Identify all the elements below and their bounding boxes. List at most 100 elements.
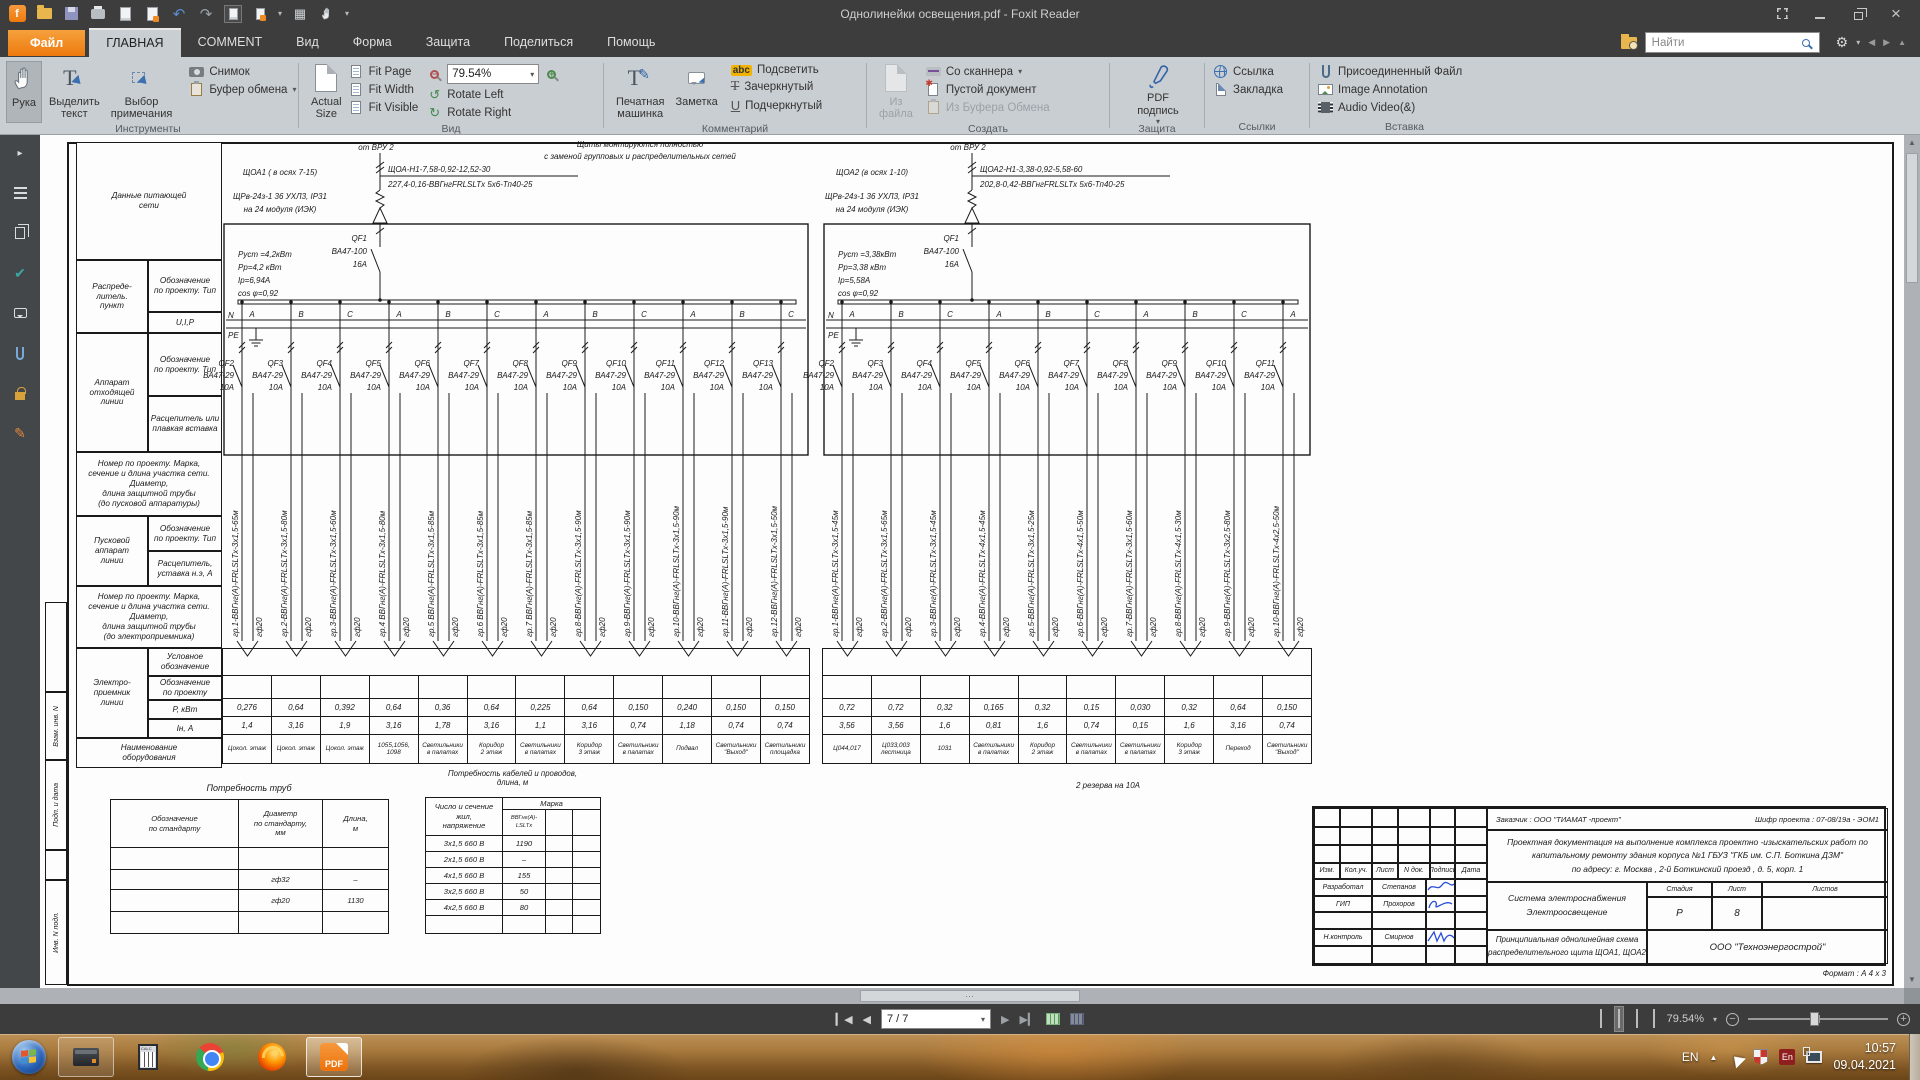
fit-page-button[interactable]: Fit Page <box>349 64 419 79</box>
page-display-button[interactable] <box>224 5 242 23</box>
typewriter-button[interactable]: T✎ Печатная машинка <box>612 61 668 123</box>
zoom-caret-icon[interactable]: ▾ <box>1713 1015 1717 1024</box>
convert-button[interactable] <box>251 5 269 23</box>
display-icon[interactable] <box>1806 1051 1822 1063</box>
restore-button[interactable] <box>1850 6 1866 22</box>
taskbar-firefox-button[interactable] <box>244 1037 300 1077</box>
toolbar-caret-icon[interactable]: ▾ <box>345 9 349 18</box>
redo-button[interactable]: ↷ <box>197 5 215 23</box>
horizontal-scroll-thumb[interactable]: ⋯ <box>860 990 1080 1002</box>
comments-panel-icon[interactable] <box>10 303 30 323</box>
note-button[interactable]: Заметка <box>671 61 721 123</box>
language-indicator[interactable]: EN <box>1682 1050 1699 1064</box>
blank-document-button[interactable]: Пустой документ <box>926 82 1050 97</box>
search-folder-icon[interactable] <box>1621 37 1637 49</box>
previous-page-button[interactable]: ◀ <box>863 1013 871 1026</box>
fit-width-button[interactable]: Fit Width <box>349 82 419 97</box>
security-panel-icon[interactable] <box>10 383 30 403</box>
bookmarks-panel-icon[interactable] <box>10 183 30 203</box>
attachments-panel-icon[interactable] <box>10 343 30 363</box>
facing-view-button[interactable] <box>1633 1007 1641 1031</box>
tray-language-icon[interactable]: En <box>1779 1049 1795 1065</box>
rotate-left-button[interactable]: ↺Rotate Left <box>427 87 559 102</box>
zoom-out-icon[interactable]: − <box>427 67 442 82</box>
undo-button[interactable]: ↶ <box>170 5 188 23</box>
tab-home[interactable]: ГЛАВНАЯ <box>89 28 180 57</box>
snapshot-button[interactable]: Снимок <box>189 64 296 79</box>
hand-tool-quick-button[interactable] <box>318 5 336 23</box>
rotate-right-button[interactable]: ↻Rotate Right <box>427 105 559 120</box>
search-input[interactable] <box>1645 32 1820 53</box>
hand-tool-button[interactable]: Рука <box>6 61 42 123</box>
signature-panel-icon[interactable]: ✔ <box>10 263 30 283</box>
pdf-sign-button[interactable]: PDF подпись▾ <box>1133 61 1183 123</box>
from-scanner-button[interactable]: Со сканнера▾ <box>926 64 1050 79</box>
tray-arrow-icon[interactable] <box>1724 1046 1746 1068</box>
pages-panel-icon[interactable] <box>10 223 30 243</box>
tab-protect[interactable]: Защита <box>409 28 487 57</box>
taskbar-chrome-button[interactable] <box>182 1037 238 1077</box>
find-previous-button[interactable]: ◀ <box>1868 37 1875 48</box>
tools-panel-icon[interactable]: ✎ <box>10 423 30 443</box>
save-button[interactable] <box>62 5 80 23</box>
to-table-icon[interactable] <box>1070 1013 1084 1025</box>
minimize-button[interactable] <box>1812 6 1828 22</box>
zoom-out-button[interactable]: − <box>1726 1013 1739 1026</box>
scroll-up-icon[interactable]: ▲ <box>1908 135 1916 151</box>
vertical-scroll-thumb[interactable] <box>1906 153 1918 283</box>
print-button[interactable] <box>89 5 107 23</box>
zoom-in-button[interactable]: + <box>1897 1013 1910 1026</box>
vertical-scrollbar[interactable]: ▲ ▼ <box>1904 135 1920 988</box>
open-file-button[interactable] <box>35 5 53 23</box>
collapse-ribbon-button[interactable]: ▲ <box>1898 38 1906 47</box>
bookmark-button[interactable]: Закладка <box>1213 82 1283 97</box>
tab-file[interactable]: Файл <box>8 30 85 56</box>
from-table-icon[interactable] <box>1046 1013 1060 1025</box>
strikeout-button[interactable]: TЗачеркнутый <box>731 79 822 95</box>
zoom-slider-handle[interactable] <box>1810 1012 1819 1026</box>
tab-comment[interactable]: COMMENT <box>181 28 280 57</box>
clock[interactable]: 10:57 09.04.2021 <box>1833 1040 1896 1074</box>
show-desktop-button[interactable] <box>1909 1034 1920 1080</box>
last-page-button[interactable]: ▶▎ <box>1019 1013 1036 1026</box>
create-document-button[interactable] <box>143 5 161 23</box>
from-file-button[interactable]: Из файла <box>875 61 917 123</box>
find-next-button[interactable]: ▶ <box>1883 37 1890 48</box>
tab-share[interactable]: Поделиться <box>487 28 590 57</box>
panel-toggle-icon[interactable]: ▸ <box>10 143 30 163</box>
clipboard-button[interactable]: Буфер обмена▾ <box>189 82 296 97</box>
link-button[interactable]: Ссылка <box>1213 64 1283 79</box>
zoom-in-icon[interactable]: + <box>544 67 559 82</box>
hidden-icons-button[interactable]: ▲ <box>1710 1053 1718 1062</box>
taskbar-explorer-button[interactable] <box>58 1037 114 1077</box>
fit-visible-button[interactable]: Fit Visible <box>349 100 419 115</box>
tab-help[interactable]: Помощь <box>590 28 672 57</box>
scroll-down-icon[interactable]: ▼ <box>1908 972 1916 988</box>
properties-button[interactable] <box>116 5 134 23</box>
from-clipboard-button[interactable]: Из Буфера Обмена <box>926 100 1050 115</box>
taskbar-foxit-button[interactable]: PDF <box>306 1037 362 1077</box>
tab-form[interactable]: Форма <box>336 28 409 57</box>
taskbar-calculator-button[interactable] <box>120 1037 176 1077</box>
first-page-button[interactable]: ▎◀ <box>836 1013 853 1026</box>
continuous-facing-view-button[interactable] <box>1650 1007 1658 1031</box>
start-button[interactable] <box>6 1037 52 1077</box>
close-button[interactable]: × <box>1888 6 1904 22</box>
select-text-button[interactable]: T Выделить текст <box>45 61 104 123</box>
convert-caret-icon[interactable]: ▾ <box>278 9 282 18</box>
next-page-button[interactable]: ▶ <box>1001 1013 1009 1026</box>
zoom-slider[interactable] <box>1748 1018 1888 1020</box>
tab-view[interactable]: Вид <box>279 28 336 57</box>
fullscreen-button[interactable] <box>1774 6 1790 22</box>
select-annotation-button[interactable]: Выбор примечания <box>107 61 177 123</box>
single-page-view-button[interactable] <box>1597 1007 1605 1031</box>
actual-size-button[interactable]: Actual Size <box>307 61 346 123</box>
highlight-button[interactable]: abcПодсветить <box>731 64 822 76</box>
image-annotation-button[interactable]: Image Annotation <box>1318 82 1462 97</box>
audio-video-button[interactable]: Audio Video(&) <box>1318 100 1462 115</box>
gear-icon[interactable]: ⚙ <box>1836 34 1849 51</box>
tiles-view-button[interactable]: ▦ <box>291 5 309 23</box>
page-number-combobox[interactable]: 7 / 7▾ <box>881 1009 991 1029</box>
horizontal-scrollbar[interactable]: ⋯ <box>0 988 1904 1004</box>
continuous-view-button[interactable] <box>1614 1006 1624 1032</box>
